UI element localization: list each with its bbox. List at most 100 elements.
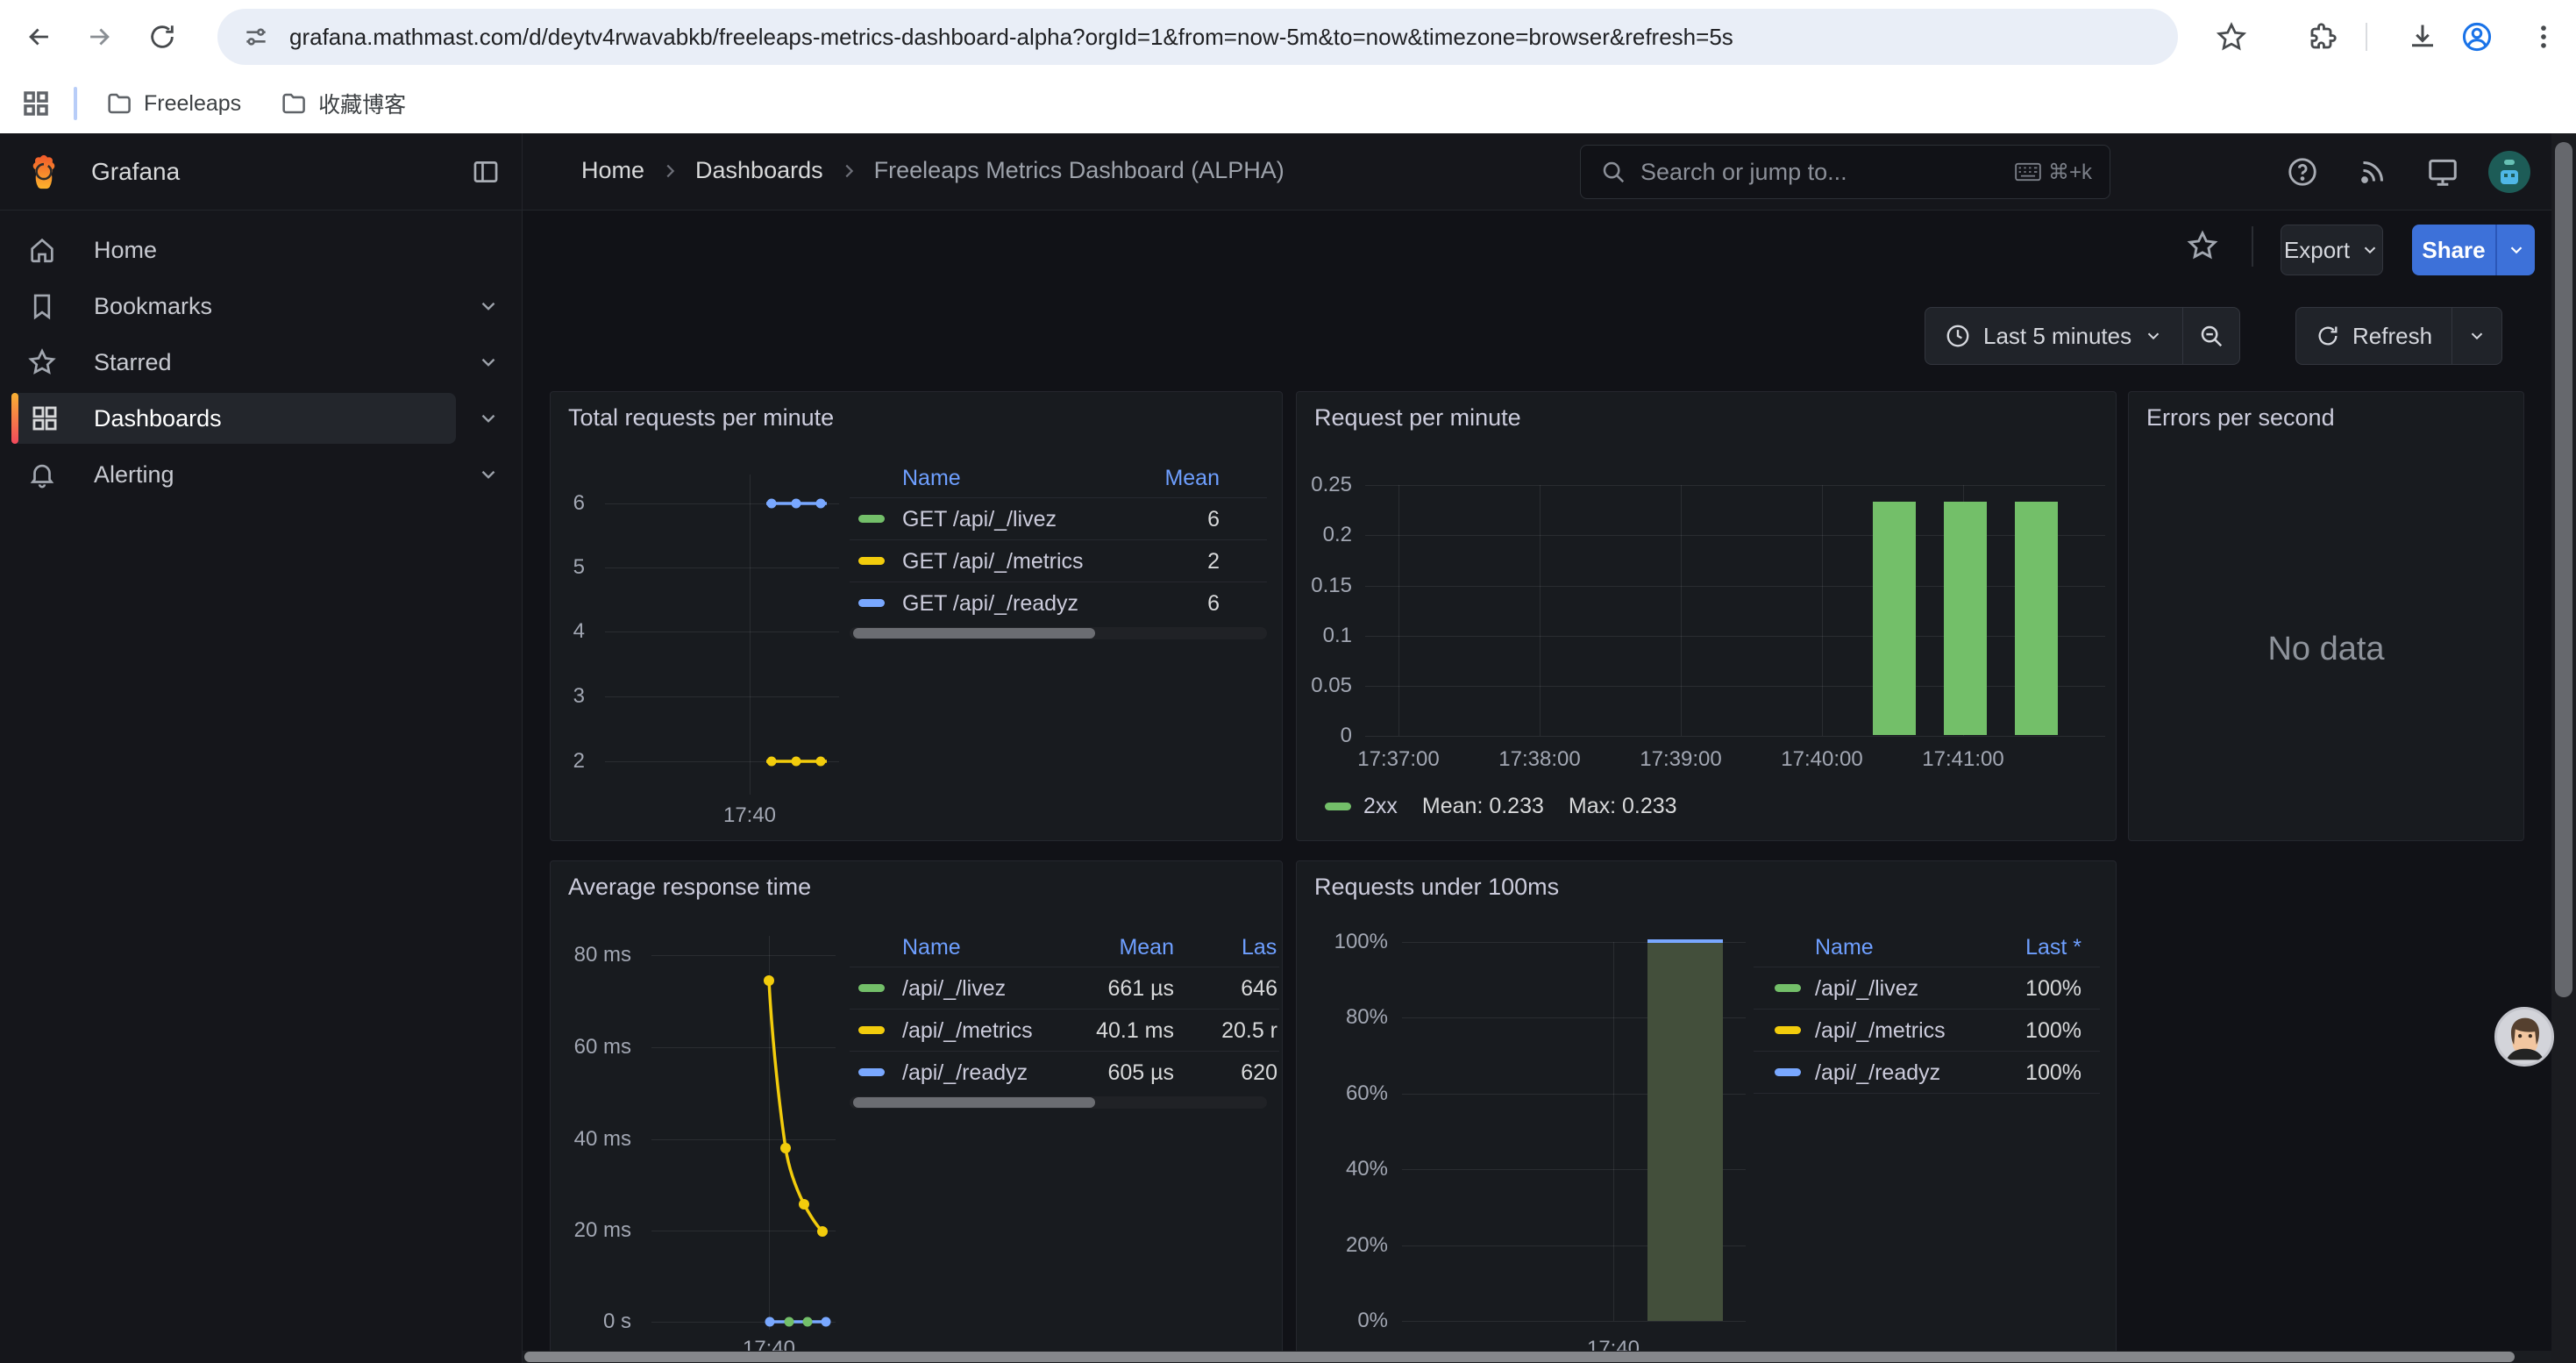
- screen-share-icon[interactable]: [2423, 153, 2462, 191]
- legend-row[interactable]: /api/_/livez 661 µs 646: [850, 967, 1279, 1009]
- bar-2xx: [1873, 502, 1916, 735]
- y-tick: 0%: [1297, 1309, 1388, 1333]
- y-tick: 100%: [1297, 930, 1388, 954]
- search-placeholder: Search or jump to...: [1640, 159, 1847, 186]
- legend-row[interactable]: /api/_/metrics 40.1 ms 20.5 r: [850, 1010, 1279, 1051]
- url-bar[interactable]: grafana.mathmast.com/d/deytv4rwavabkb/fr…: [217, 9, 2178, 65]
- breadcrumb-home[interactable]: Home: [581, 157, 644, 184]
- share-menu-button[interactable]: [2497, 225, 2535, 275]
- legend-header-name[interactable]: Name: [1815, 935, 1874, 960]
- search-bar[interactable]: Search or jump to... ⌘+k: [1580, 145, 2110, 199]
- legend-header-mean[interactable]: Mean: [1164, 466, 1220, 491]
- help-icon[interactable]: [2283, 153, 2322, 191]
- news-feed-icon[interactable]: [2353, 153, 2392, 191]
- bookmarks-drag-indicator: [74, 87, 77, 120]
- gridline: [1365, 636, 2105, 637]
- x-tick: 17:38:00: [1469, 747, 1610, 772]
- sidebar-item-bookmarks[interactable]: Bookmarks: [0, 281, 523, 332]
- legend-header-mean[interactable]: Mean: [1104, 935, 1174, 960]
- back-icon[interactable]: [23, 20, 56, 54]
- sidebar-toggle-icon[interactable]: [468, 154, 503, 189]
- legend-row[interactable]: /api/_/readyz 605 µs 620: [850, 1052, 1279, 1093]
- gridline: [1681, 485, 1682, 736]
- url-field[interactable]: grafana.mathmast.com/d/deytv4rwavabkb/fr…: [289, 24, 1733, 51]
- share-button-group: Share: [2412, 225, 2535, 275]
- sidebar-item-alerting[interactable]: Alerting: [0, 449, 523, 500]
- bookmark-star-icon[interactable]: [2213, 18, 2250, 55]
- y-tick: 20%: [1297, 1233, 1388, 1258]
- time-range-picker[interactable]: Last 5 minutes: [1925, 308, 2182, 364]
- series-color-pill: [1325, 803, 1351, 810]
- legend-header-name[interactable]: Name: [902, 466, 961, 491]
- download-icon[interactable]: [2404, 18, 2441, 55]
- bookmark-folder-freeleaps[interactable]: Freeleaps: [105, 89, 241, 118]
- active-item-accent: [11, 393, 18, 444]
- legend-scrollbar[interactable]: [850, 627, 1267, 639]
- chevron-down-icon[interactable]: [477, 295, 500, 322]
- toolbar-divider: [2366, 23, 2367, 51]
- site-settings-icon[interactable]: [242, 23, 270, 51]
- sidebar-item-home[interactable]: Home: [0, 225, 523, 275]
- legend-inline[interactable]: 2xx Mean: 0.233 Max: 0.233: [1325, 794, 1677, 819]
- series-color-pill: [1775, 1068, 1801, 1076]
- grafana-brand[interactable]: Grafana: [91, 158, 180, 186]
- bookmark-folder-label: Freeleaps: [144, 91, 241, 117]
- reload-icon[interactable]: [146, 20, 179, 54]
- clock-icon: [1945, 323, 1971, 349]
- panel-title[interactable]: Errors per second: [2146, 404, 2335, 432]
- apps-grid-icon[interactable]: [21, 89, 51, 118]
- scrollbar-thumb[interactable]: [524, 1352, 2515, 1362]
- y-tick: 40%: [1297, 1157, 1388, 1181]
- x-tick: 17:41:00: [1893, 747, 2033, 772]
- x-tick: 17:40:00: [1752, 747, 1892, 772]
- scrollbar-thumb[interactable]: [853, 1097, 1095, 1108]
- bookmark-folder-blogs[interactable]: 收藏博客: [280, 88, 406, 119]
- grafana-logo[interactable]: [25, 153, 63, 191]
- grafana-top-nav: Grafana Home Dashboards Freeleaps Metric…: [0, 133, 2576, 211]
- sidebar-item-label: Dashboards: [94, 393, 222, 444]
- refresh-button[interactable]: Refresh: [2296, 308, 2451, 364]
- grafana-app: Grafana Home Dashboards Freeleaps Metric…: [0, 133, 2576, 1363]
- user-avatar[interactable]: [2488, 151, 2530, 193]
- legend-row[interactable]: GET /api/_/metrics 2: [850, 540, 1267, 582]
- horizontal-scrollbar[interactable]: [523, 1351, 2551, 1363]
- legend-row[interactable]: GET /api/_/readyz 6: [850, 582, 1267, 624]
- zoom-out-icon[interactable]: [2183, 308, 2239, 364]
- forward-icon[interactable]: [82, 20, 116, 54]
- breadcrumb-dashboards[interactable]: Dashboards: [695, 157, 823, 184]
- chevron-down-icon[interactable]: [477, 351, 500, 378]
- refresh-interval-button[interactable]: [2452, 308, 2501, 364]
- sidebar-item-starred[interactable]: Starred: [0, 337, 523, 388]
- legend-scrollbar[interactable]: [850, 1096, 1267, 1109]
- legend-row[interactable]: /api/_/livez 100%: [1754, 967, 2100, 1009]
- scrollbar-thumb[interactable]: [853, 628, 1095, 639]
- floating-avatar[interactable]: [2494, 1007, 2554, 1067]
- browser-menu-icon[interactable]: [2525, 18, 2562, 55]
- legend-row[interactable]: /api/_/metrics 100%: [1754, 1010, 2100, 1051]
- refresh-label: Refresh: [2352, 323, 2432, 350]
- extensions-icon[interactable]: [2304, 18, 2341, 55]
- legend-row[interactable]: /api/_/readyz 100%: [1754, 1052, 2100, 1093]
- legend-row[interactable]: GET /api/_/livez 6: [850, 498, 1267, 539]
- vertical-scrollbar[interactable]: [2551, 133, 2576, 1363]
- series-color-pill: [858, 599, 885, 607]
- legend-header-name[interactable]: Name: [902, 935, 961, 960]
- series-color-pill: [858, 1068, 885, 1076]
- gridline: [1613, 942, 1614, 1321]
- scrollbar-thumb[interactable]: [2555, 142, 2572, 997]
- share-button[interactable]: Share: [2412, 225, 2495, 275]
- panel-title[interactable]: Request per minute: [1314, 404, 1521, 432]
- favorite-star-icon[interactable]: [2181, 225, 2224, 267]
- chevron-down-icon[interactable]: [477, 407, 500, 434]
- export-button[interactable]: Export: [2281, 225, 2383, 275]
- legend-header-last[interactable]: Las: [1242, 935, 1277, 960]
- panel-title[interactable]: Requests under 100ms: [1314, 874, 1559, 901]
- bar-2xx: [1944, 502, 1987, 735]
- legend-header-last[interactable]: Last *: [2025, 935, 2081, 960]
- chevron-down-icon[interactable]: [477, 463, 500, 490]
- y-tick: 0: [1297, 724, 1352, 748]
- sidebar-item-dashboards[interactable]: Dashboards: [0, 393, 523, 444]
- home-icon: [27, 235, 57, 269]
- series-color-pill: [858, 1026, 885, 1034]
- profile-icon[interactable]: [2459, 18, 2495, 55]
